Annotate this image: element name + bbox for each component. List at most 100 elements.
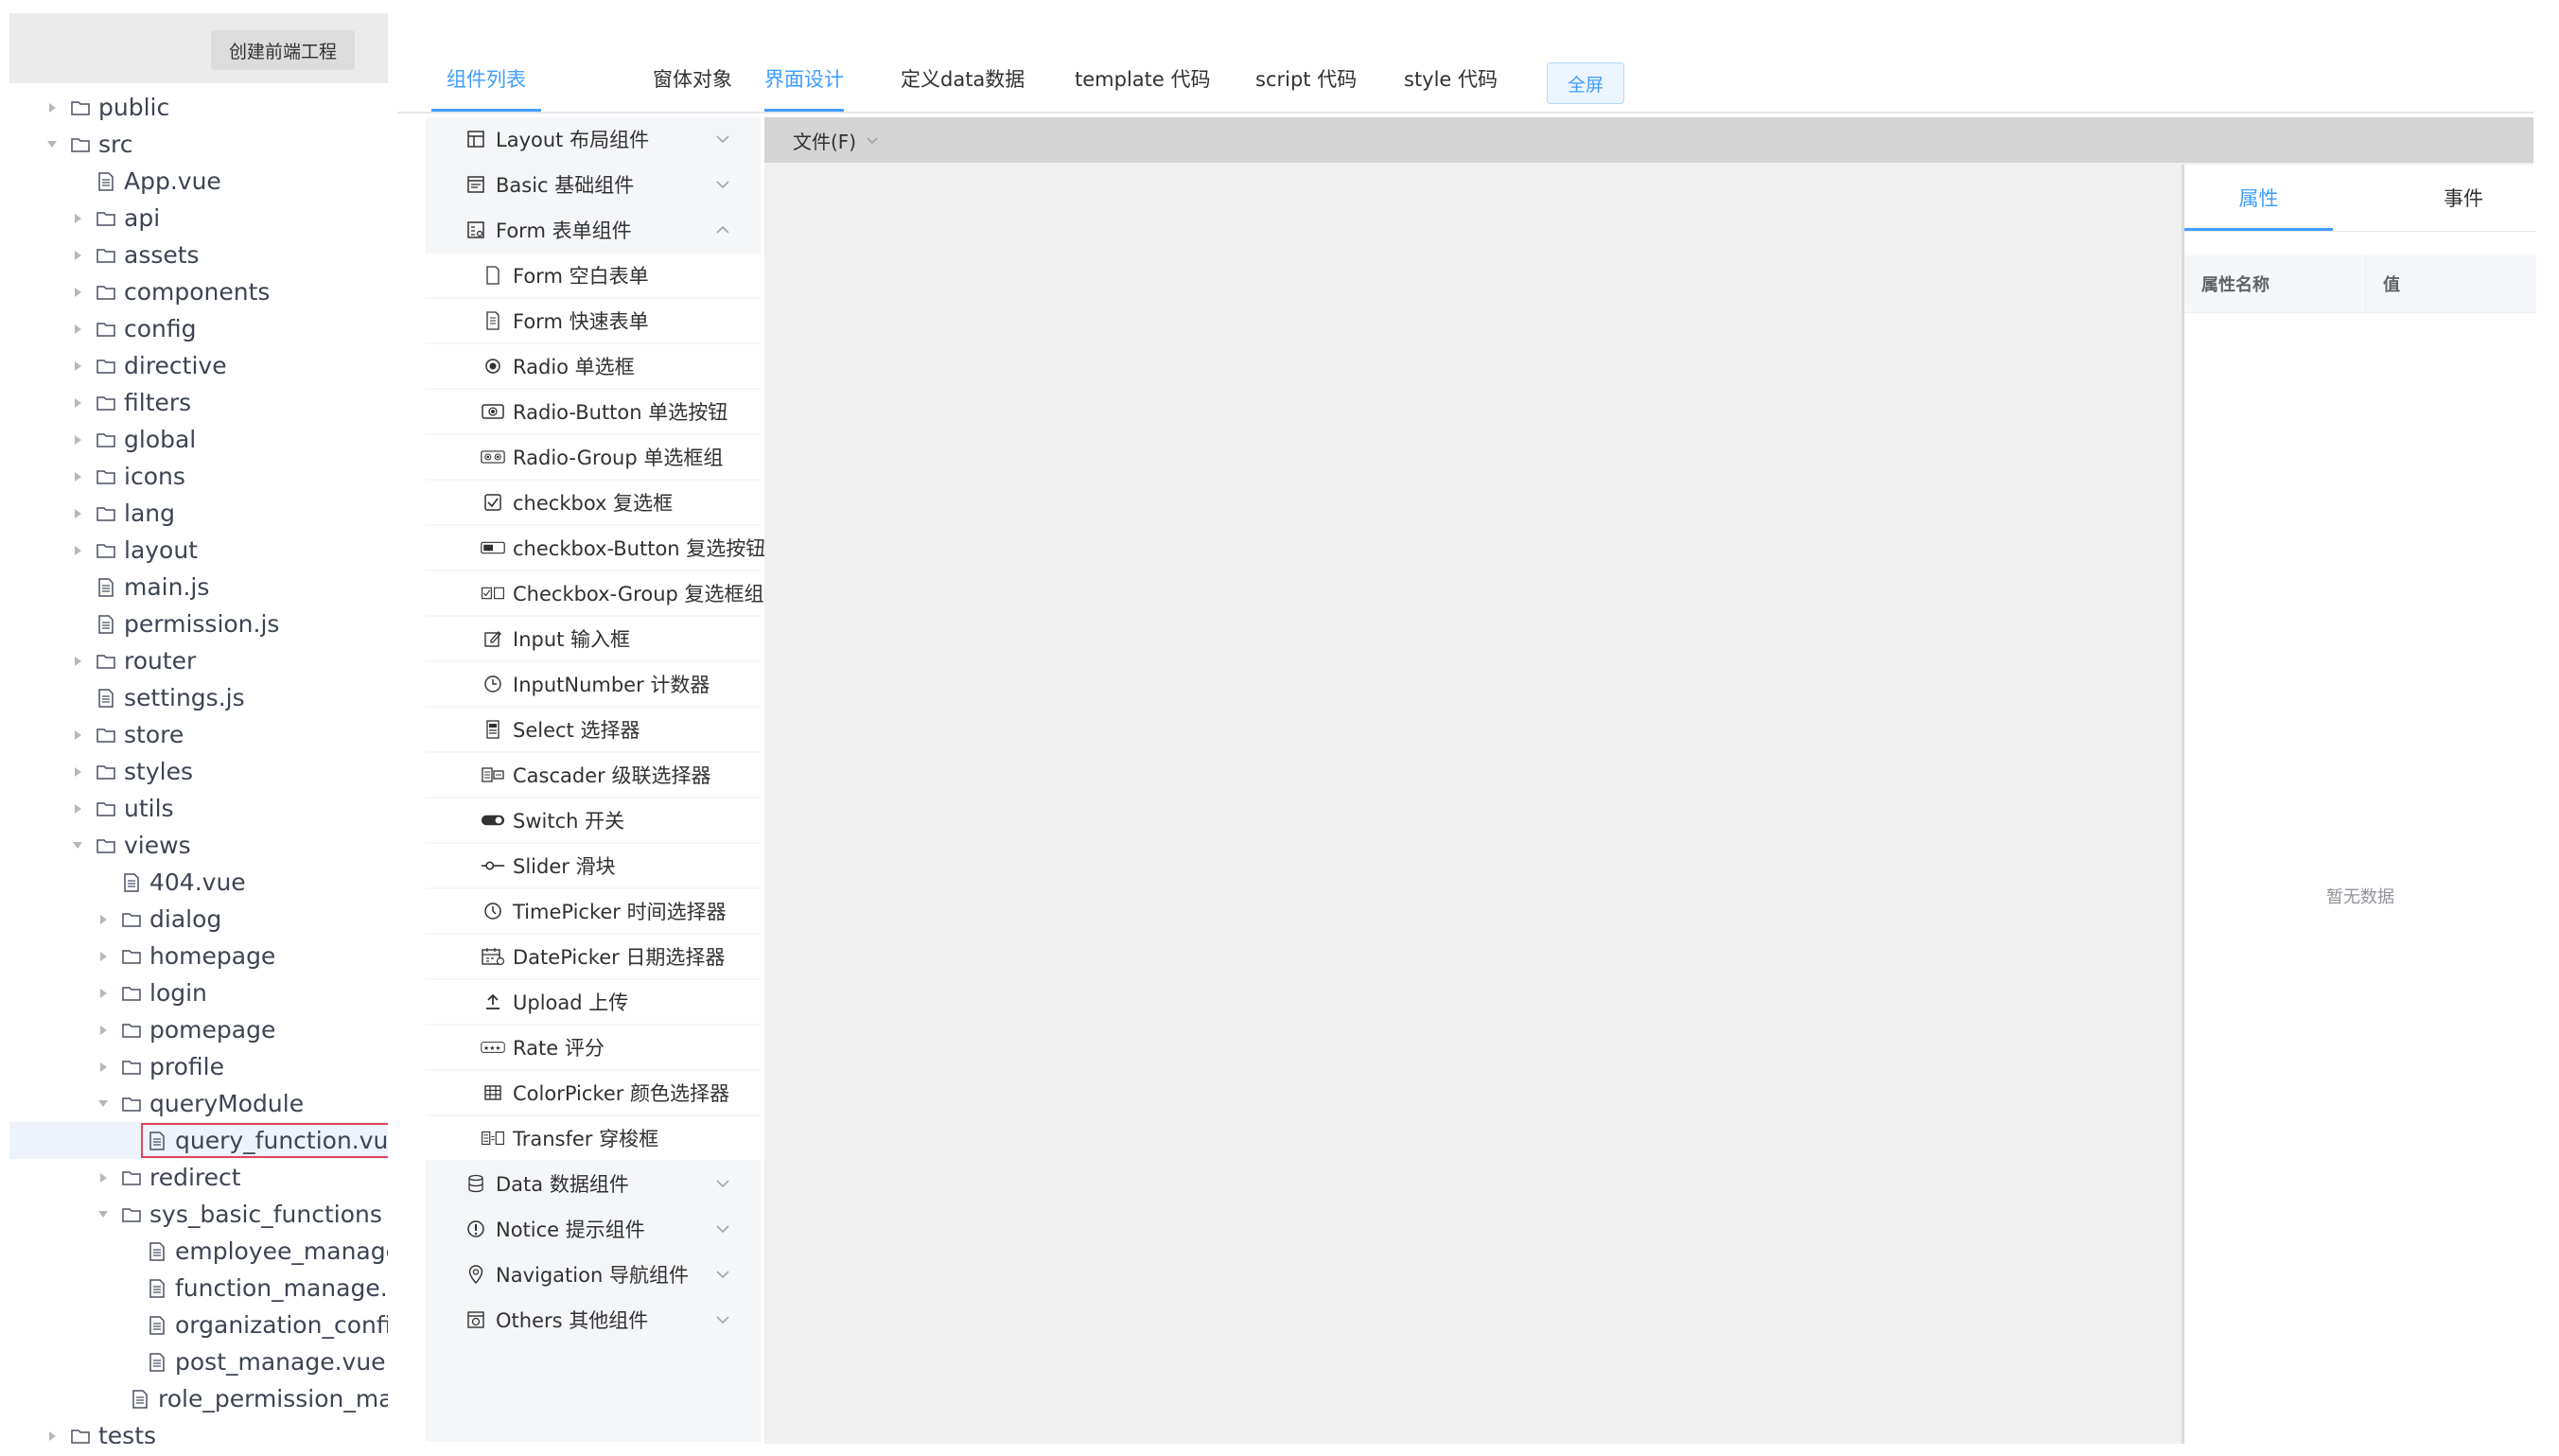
tree-item-query-function-vue[interactable]: query_function.vue [9, 1122, 388, 1159]
tab-ui-design[interactable]: 界面设计 [764, 45, 844, 112]
caret-right-icon[interactable] [69, 210, 86, 227]
tree-item-layout[interactable]: layout [9, 532, 388, 569]
tree-item-directive[interactable]: directive [9, 347, 388, 384]
tree-item-employee-manage-vue[interactable]: employee_manage.vue [9, 1233, 388, 1270]
caret-down-icon[interactable] [44, 136, 61, 153]
tree-item-404-vue[interactable]: 404.vue [9, 864, 388, 901]
tree-item-organization-config-vue[interactable]: organization_config.vue [9, 1307, 388, 1343]
palette-item-upload[interactable]: Upload 上传 [426, 980, 761, 1024]
tab-window-object[interactable]: 窗体对象 [653, 45, 732, 112]
caret-down-icon[interactable] [95, 1096, 112, 1113]
caret-right-icon[interactable] [69, 431, 86, 448]
tree-item-config[interactable]: config [9, 310, 388, 347]
tree-item-utils[interactable]: utils [9, 790, 388, 827]
tree-item-components[interactable]: components [9, 273, 388, 310]
tab-attributes[interactable]: 属性 [2184, 165, 2333, 231]
caret-right-icon[interactable] [69, 284, 86, 301]
palette-item-radio-group[interactable]: Radio-Group 单选框组 [426, 435, 761, 479]
tree-item-settings-js[interactable]: settings.js [9, 679, 388, 716]
tree-item-role-permission-manage-vue[interactable]: role_permission_manage.vue [9, 1380, 388, 1417]
palette-item-switch[interactable]: Switch 开关 [426, 798, 761, 842]
palette-item-radio-button[interactable]: Radio-Button 单选按钮 [426, 390, 761, 433]
tree-item-pomepage[interactable]: pomepage [9, 1011, 388, 1048]
caret-right-icon[interactable] [95, 1169, 112, 1186]
tree-item-global[interactable]: global [9, 421, 388, 458]
tree-item-router[interactable]: router [9, 642, 388, 679]
tree-item-querymodule[interactable]: queryModule [9, 1085, 388, 1122]
caret-down-icon[interactable] [69, 837, 86, 854]
palette-group-navigation[interactable]: Navigation 导航组件 [426, 1253, 761, 1296]
palette-item-form[interactable]: Form 空白表单 [426, 254, 761, 297]
caret-right-icon[interactable] [69, 505, 86, 522]
palette-group-layout[interactable]: Layout 布局组件 [426, 117, 761, 161]
palette-item-rate[interactable]: ★★★ Rate 评分 [426, 1026, 761, 1069]
caret-right-icon[interactable] [69, 358, 86, 375]
tab-define-data[interactable]: 定义data数据 [901, 45, 1025, 112]
palette-item-checkbox-button[interactable]: checkbox-Button 复选按钮 [426, 526, 765, 570]
caret-right-icon[interactable] [69, 321, 86, 338]
tab-style-code[interactable]: style 代码 [1404, 45, 1498, 112]
palette-item-form[interactable]: Form 快速表单 [426, 299, 761, 342]
tree-item-public[interactable]: public [9, 89, 388, 126]
palette-item-select[interactable]: Select 选择器 [426, 708, 761, 751]
tree-item-function-manage-vue[interactable]: function_manage.vue [9, 1270, 388, 1307]
tree-item-api[interactable]: api [9, 200, 388, 237]
palette-item-transfer[interactable]: Transfer 穿梭框 [426, 1116, 761, 1160]
tree-item-lang[interactable]: lang [9, 495, 388, 532]
tree-item-dialog[interactable]: dialog [9, 901, 388, 938]
tree-item-app-vue[interactable]: App.vue [9, 163, 388, 200]
caret-down-icon[interactable] [95, 1206, 112, 1223]
caret-right-icon[interactable] [95, 1022, 112, 1039]
palette-item-radio[interactable]: Radio 单选框 [426, 344, 761, 388]
caret-right-icon[interactable] [69, 727, 86, 744]
tab-script-code[interactable]: script 代码 [1255, 45, 1357, 112]
palette-group-basic[interactable]: Basic 基础组件 [426, 163, 761, 206]
palette-item-input[interactable]: Input 输入框 [426, 617, 761, 660]
tree-item-styles[interactable]: styles [9, 753, 388, 790]
palette-item-slider[interactable]: Slider 滑块 [426, 844, 761, 887]
caret-right-icon[interactable] [69, 653, 86, 670]
tree-item-permission-js[interactable]: permission.js [9, 605, 388, 642]
create-frontend-project-button[interactable]: 创建前端工程 [211, 30, 355, 70]
caret-right-icon[interactable] [69, 763, 86, 781]
tree-item-sys-basic-functions[interactable]: sys_basic_functions [9, 1196, 388, 1233]
tree-item-redirect[interactable]: redirect [9, 1159, 388, 1196]
caret-right-icon[interactable] [69, 247, 86, 264]
tab-events[interactable]: 事件 [2421, 165, 2506, 231]
file-menu[interactable]: 文件(F) [793, 117, 879, 163]
tab-component-list[interactable]: 组件列表 [431, 45, 541, 112]
palette-group-data[interactable]: Data 数据组件 [426, 1162, 761, 1205]
caret-right-icon[interactable] [95, 985, 112, 1002]
tree-item-icons[interactable]: icons [9, 458, 388, 495]
caret-right-icon[interactable] [69, 800, 86, 817]
tree-item-views[interactable]: views [9, 827, 388, 864]
caret-right-icon[interactable] [44, 1428, 61, 1445]
palette-group-others[interactable]: Others 其他组件 [426, 1298, 761, 1342]
caret-right-icon[interactable] [44, 99, 61, 116]
caret-right-icon[interactable] [69, 542, 86, 559]
palette-group-form[interactable]: Form 表单组件 [426, 208, 761, 252]
palette-item-colorpicker[interactable]: ColorPicker 颜色选择器 [426, 1071, 761, 1114]
tree-item-tests[interactable]: tests [9, 1417, 388, 1444]
tree-item-assets[interactable]: assets [9, 237, 388, 273]
palette-item-cascader[interactable]: Cascader 级联选择器 [426, 753, 761, 797]
palette-group-notice[interactable]: Notice 提示组件 [426, 1207, 761, 1251]
caret-right-icon[interactable] [95, 1059, 112, 1076]
caret-right-icon[interactable] [69, 395, 86, 412]
fullscreen-button[interactable]: 全屏 [1547, 62, 1624, 104]
tree-item-main-js[interactable]: main.js [9, 569, 388, 605]
palette-item-datepicker[interactable]: DatePicker 日期选择器 [426, 935, 761, 978]
tree-item-login[interactable]: login [9, 974, 388, 1011]
palette-item-checkbox[interactable]: checkbox 复选框 [426, 481, 761, 524]
tree-item-post-manage-vue[interactable]: post_manage.vue [9, 1343, 388, 1380]
caret-right-icon[interactable] [95, 911, 112, 928]
tree-item-filters[interactable]: filters [9, 384, 388, 421]
tree-item-store[interactable]: store [9, 716, 388, 753]
palette-item-checkbox-group[interactable]: Checkbox-Group 复选框组 [426, 571, 764, 615]
caret-right-icon[interactable] [95, 948, 112, 965]
caret-right-icon[interactable] [69, 468, 86, 485]
palette-item-inputnumber[interactable]: InputNumber 计数器 [426, 662, 761, 706]
tree-item-homepage[interactable]: homepage [9, 938, 388, 974]
tree-item-profile[interactable]: profile [9, 1048, 388, 1085]
tab-template-code[interactable]: template 代码 [1075, 45, 1210, 112]
